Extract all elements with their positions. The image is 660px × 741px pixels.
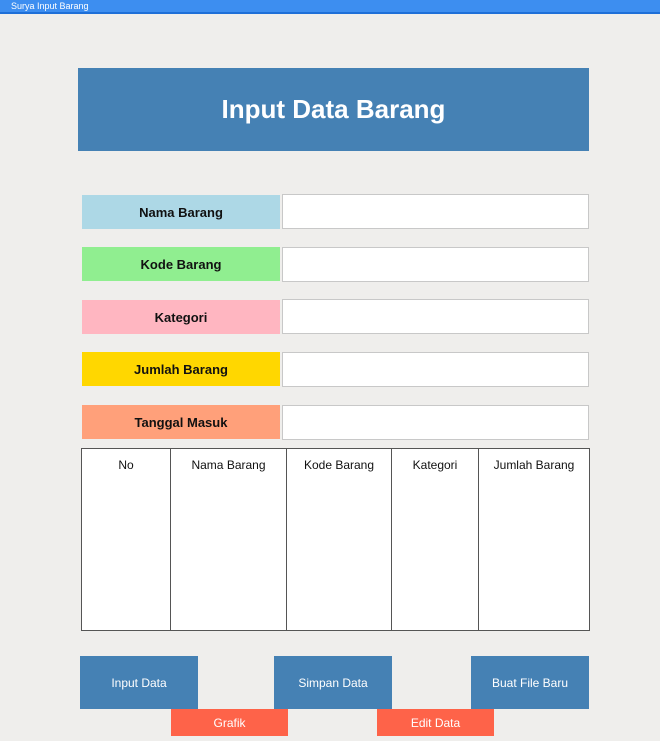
input-data-button-label: Input Data bbox=[111, 675, 167, 690]
buat-file-baru-button-label: Buat File Baru bbox=[491, 675, 569, 690]
kategori-input[interactable] bbox=[282, 299, 589, 334]
column-header-kode-barang[interactable]: Kode Barang bbox=[287, 449, 391, 472]
kategori-label: Kategori bbox=[82, 300, 280, 334]
column-header-no[interactable]: No bbox=[82, 449, 170, 472]
jumlah-barang-input[interactable] bbox=[282, 352, 589, 387]
nama-barang-label-text: Nama Barang bbox=[139, 204, 223, 220]
column-no: No bbox=[82, 449, 171, 630]
input-data-button[interactable]: Input Data bbox=[80, 656, 198, 709]
tanggal-masuk-input[interactable] bbox=[282, 405, 589, 440]
simpan-data-button-label: Simpan Data bbox=[298, 675, 368, 690]
kode-barang-label-text: Kode Barang bbox=[140, 256, 222, 272]
column-header-kategori[interactable]: Kategori bbox=[392, 449, 478, 472]
jumlah-barang-label-text: Jumlah Barang bbox=[134, 361, 228, 377]
page-header: Input Data Barang bbox=[78, 68, 589, 151]
buat-file-baru-button[interactable]: Buat File Baru bbox=[471, 656, 589, 709]
page-title: Input Data Barang bbox=[221, 94, 446, 124]
grafik-button[interactable]: Grafik bbox=[171, 709, 288, 736]
column-header-nama-barang[interactable]: Nama Barang bbox=[171, 449, 286, 472]
column-nama-barang: Nama Barang bbox=[171, 449, 287, 630]
column-kode-barang: Kode Barang bbox=[287, 449, 392, 630]
jumlah-barang-label: Jumlah Barang bbox=[82, 352, 280, 386]
edit-data-button[interactable]: Edit Data bbox=[377, 709, 494, 736]
kode-barang-label: Kode Barang bbox=[82, 247, 280, 281]
kategori-label-text: Kategori bbox=[154, 309, 208, 325]
simpan-data-button[interactable]: Simpan Data bbox=[274, 656, 392, 709]
data-table[interactable]: No Nama Barang Kode Barang Kategori Juml… bbox=[81, 448, 590, 631]
nama-barang-input[interactable] bbox=[282, 194, 589, 229]
grafik-button-label: Grafik bbox=[213, 715, 246, 730]
tanggal-masuk-label: Tanggal Masuk bbox=[82, 405, 280, 439]
column-header-jumlah-barang[interactable]: Jumlah Barang bbox=[479, 449, 589, 472]
nama-barang-label: Nama Barang bbox=[82, 195, 280, 229]
window-title: Surya Input Barang bbox=[11, 1, 89, 11]
tanggal-masuk-label-text: Tanggal Masuk bbox=[134, 414, 228, 430]
column-kategori: Kategori bbox=[392, 449, 479, 630]
window-titlebar: Surya Input Barang bbox=[0, 0, 660, 14]
edit-data-button-label: Edit Data bbox=[410, 715, 461, 730]
column-jumlah-barang: Jumlah Barang bbox=[479, 449, 589, 630]
kode-barang-input[interactable] bbox=[282, 247, 589, 282]
